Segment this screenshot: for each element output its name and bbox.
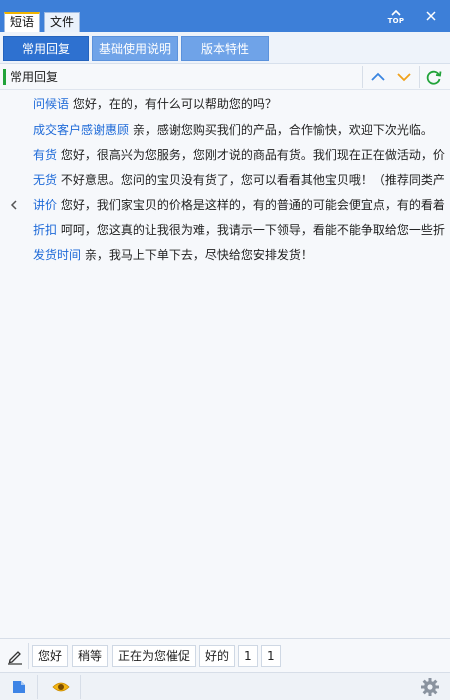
version-features-button[interactable]: 版本特性 <box>181 36 269 61</box>
document-button[interactable] <box>11 679 27 695</box>
section-header: 常用回复 <box>0 64 450 90</box>
close-button[interactable] <box>421 8 441 26</box>
eye-icon <box>52 682 70 692</box>
quick-reply-button[interactable]: 您好 <box>32 645 69 667</box>
document-icon <box>13 681 25 693</box>
chevron-down-icon <box>397 73 411 82</box>
quick-reply-button[interactable]: 1 <box>261 645 281 667</box>
move-down-button[interactable] <box>393 67 415 87</box>
divider <box>362 66 363 88</box>
phrase-text: 呵呵，您这真的让我很为难，我请示一下领导，看能不能争取给您一些折 <box>60 223 445 237</box>
pen-icon <box>8 651 22 665</box>
phrase-list: 问候语 您好，在的，有什么可以帮助您的吗？ 成交客户感谢惠顾 亲，感谢您购买我们… <box>0 90 450 636</box>
phrase-key: 成交客户感谢惠顾 <box>33 123 130 137</box>
divider <box>28 643 29 669</box>
phrase-key: 发货时间 <box>33 248 82 262</box>
phrase-key: 问候语 <box>33 97 70 111</box>
top-label: TOP <box>387 17 405 25</box>
list-item[interactable]: 折扣 呵呵，您这真的让我很为难，我请示一下领导，看能不能争取给您一些折 <box>0 217 450 243</box>
list-item[interactable]: 讲价 您好，我们家宝贝的价格是这样的，有的普通的可能会便宜点，有的看着 <box>0 192 450 218</box>
preview-button[interactable] <box>52 680 70 694</box>
phrase-text: 您好，在的，有什么可以帮助您的吗？ <box>72 97 277 111</box>
phrase-key: 折扣 <box>33 223 58 237</box>
section-indicator <box>3 69 6 85</box>
list-item[interactable]: 发货时间 亲，我马上下单下去，尽快给您安排发货！ <box>0 242 450 268</box>
divider <box>37 675 38 699</box>
list-item[interactable]: 成交客户感谢惠顾 亲，感谢您购买我们的产品，合作愉快，欢迎下次光临。 <box>0 117 450 143</box>
phrase-key: 有货 <box>33 148 58 162</box>
quick-reply-button[interactable]: 好的 <box>199 645 236 667</box>
quick-reply-button[interactable]: 正在为您催促 <box>112 645 197 667</box>
quick-reply-button[interactable]: 稍等 <box>72 645 109 667</box>
phrase-key: 无货 <box>33 173 58 187</box>
section-title: 常用回复 <box>10 70 59 84</box>
list-item[interactable]: 问候语 您好，在的，有什么可以帮助您的吗？ <box>0 91 450 117</box>
list-item[interactable]: 有货 您好，很高兴为您服务，您刚才说的商品有货。我们现在正在做活动，价 <box>0 142 450 168</box>
list-item[interactable]: 无货 不好意思。您问的宝贝没有货了，您可以看看其他宝贝哦！（推荐同类产 <box>0 167 450 193</box>
phrase-text: 您好，我们家宝贝的价格是这样的，有的普通的可能会便宜点，有的看着 <box>60 198 445 212</box>
phrase-text: 不好意思。您问的宝贝没有货了，您可以看看其他宝贝哦！（推荐同类产 <box>60 173 445 187</box>
phrase-key: 讲价 <box>33 198 58 212</box>
top-arrow-icon <box>386 8 406 17</box>
divider <box>80 675 81 699</box>
phrase-window: 短语 文件 TOP 常用回复 基础使用说明 版本特性 常用回复 问候语 您好，在… <box>0 0 450 700</box>
basic-usage-button[interactable]: 基础使用说明 <box>92 36 178 61</box>
quick-reply-button[interactable]: 1 <box>238 645 258 667</box>
phrase-text: 亲，感谢您购买我们的产品，合作愉快，欢迎下次光临。 <box>132 123 433 137</box>
tab-files[interactable]: 文件 <box>44 12 81 32</box>
category-toolbar: 常用回复 基础使用说明 版本特性 <box>0 32 450 64</box>
move-up-button[interactable] <box>367 67 389 87</box>
chevron-up-icon <box>371 72 385 81</box>
close-icon <box>426 11 436 21</box>
status-bar <box>0 672 450 700</box>
phrase-text: 您好，很高兴为您服务，您刚才说的商品有货。我们现在正在做活动，价 <box>60 148 445 162</box>
title-bar: 短语 文件 TOP <box>0 0 450 32</box>
quick-reply-bar: 您好 稍等 正在为您催促 好的 1 1 <box>0 638 450 672</box>
common-replies-button[interactable]: 常用回复 <box>3 36 89 61</box>
edit-button[interactable] <box>6 647 24 665</box>
top-button[interactable]: TOP <box>386 8 406 26</box>
phrase-text: 亲，我马上下单下去，尽快给您安排发货！ <box>84 248 313 262</box>
divider <box>419 66 420 88</box>
settings-button[interactable] <box>420 677 440 697</box>
refresh-button[interactable] <box>423 67 445 87</box>
tab-phrases[interactable]: 短语 <box>4 12 41 32</box>
gear-icon <box>421 678 439 696</box>
refresh-icon <box>426 70 442 85</box>
